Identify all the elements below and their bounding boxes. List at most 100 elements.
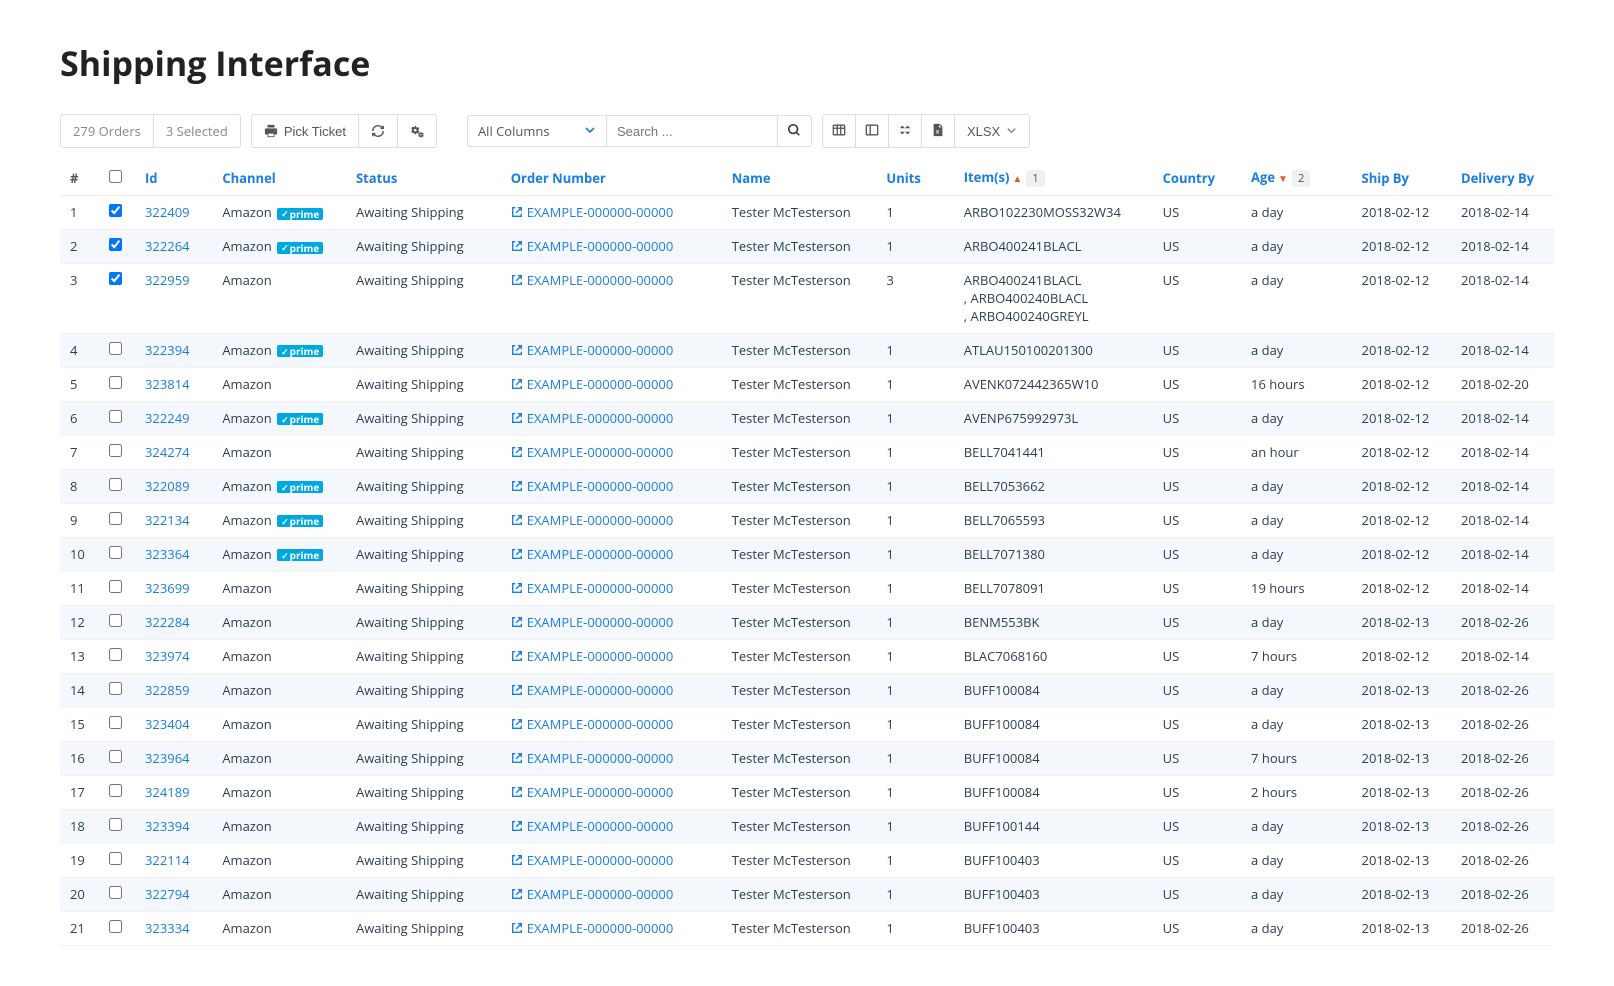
cell-checkbox[interactable] [99,605,135,639]
row-checkbox[interactable] [109,444,122,457]
cell-checkbox[interactable] [99,877,135,911]
order-external-link[interactable]: EXAMPLE-000000-00000 [511,271,674,289]
order-external-link[interactable]: EXAMPLE-000000-00000 [511,409,674,427]
export-format-select[interactable]: XLSX [954,115,1029,147]
col-id[interactable]: Id [135,160,212,196]
order-external-link[interactable]: EXAMPLE-000000-00000 [511,647,674,665]
cell-order[interactable]: EXAMPLE-000000-00000 [501,469,722,503]
order-external-link[interactable]: EXAMPLE-000000-00000 [511,443,674,461]
cell-checkbox[interactable] [99,809,135,843]
col-items[interactable]: Item(s)▲1 [954,160,1153,196]
cell-id[interactable]: 322249 [135,401,212,435]
cell-order[interactable]: EXAMPLE-000000-00000 [501,264,722,334]
order-external-link[interactable]: EXAMPLE-000000-00000 [511,885,674,903]
refresh-button[interactable] [358,115,397,147]
col-channel[interactable]: Channel [212,160,346,196]
cell-checkbox[interactable] [99,673,135,707]
row-checkbox[interactable] [109,238,122,251]
cell-checkbox[interactable] [99,537,135,571]
order-external-link[interactable]: EXAMPLE-000000-00000 [511,919,674,937]
cell-id[interactable]: 323814 [135,367,212,401]
cell-order[interactable]: EXAMPLE-000000-00000 [501,673,722,707]
cell-order[interactable]: EXAMPLE-000000-00000 [501,571,722,605]
row-checkbox[interactable] [109,750,122,763]
col-age[interactable]: Age▼2 [1241,160,1352,196]
col-country[interactable]: Country [1153,160,1241,196]
row-checkbox[interactable] [109,920,122,933]
col-order-number[interactable]: Order Number [501,160,722,196]
cell-order[interactable]: EXAMPLE-000000-00000 [501,707,722,741]
cell-order[interactable]: EXAMPLE-000000-00000 [501,537,722,571]
cell-checkbox[interactable] [99,264,135,334]
row-checkbox[interactable] [109,272,122,285]
cell-id[interactable]: 322959 [135,264,212,334]
cell-checkbox[interactable] [99,230,135,264]
grid-view-button[interactable] [823,115,855,147]
cell-checkbox[interactable] [99,911,135,945]
cell-checkbox[interactable] [99,775,135,809]
cell-id[interactable]: 323394 [135,809,212,843]
cell-order[interactable]: EXAMPLE-000000-00000 [501,741,722,775]
row-checkbox[interactable] [109,580,122,593]
cell-order[interactable]: EXAMPLE-000000-00000 [501,911,722,945]
cell-order[interactable]: EXAMPLE-000000-00000 [501,877,722,911]
cell-checkbox[interactable] [99,435,135,469]
cell-order[interactable]: EXAMPLE-000000-00000 [501,775,722,809]
cell-checkbox[interactable] [99,401,135,435]
row-checkbox[interactable] [109,342,122,355]
order-external-link[interactable]: EXAMPLE-000000-00000 [511,749,674,767]
cell-checkbox[interactable] [99,503,135,537]
cell-order[interactable]: EXAMPLE-000000-00000 [501,809,722,843]
row-checkbox[interactable] [109,852,122,865]
search-button[interactable] [777,116,811,146]
cell-checkbox[interactable] [99,741,135,775]
row-checkbox[interactable] [109,614,122,627]
row-checkbox[interactable] [109,818,122,831]
row-checkbox[interactable] [109,886,122,899]
order-external-link[interactable]: EXAMPLE-000000-00000 [511,237,674,255]
cell-checkbox[interactable] [99,843,135,877]
order-external-link[interactable]: EXAMPLE-000000-00000 [511,715,674,733]
order-external-link[interactable]: EXAMPLE-000000-00000 [511,613,674,631]
cell-checkbox[interactable] [99,639,135,673]
cell-id[interactable]: 323964 [135,741,212,775]
column-view-button[interactable] [855,115,888,147]
cell-id[interactable]: 324274 [135,435,212,469]
cell-order[interactable]: EXAMPLE-000000-00000 [501,503,722,537]
col-status[interactable]: Status [346,160,501,196]
cell-id[interactable]: 322859 [135,673,212,707]
cell-id[interactable]: 322134 [135,503,212,537]
cell-checkbox[interactable] [99,333,135,367]
row-checkbox[interactable] [109,204,122,217]
cell-id[interactable]: 322409 [135,196,212,230]
cell-order[interactable]: EXAMPLE-000000-00000 [501,639,722,673]
order-external-link[interactable]: EXAMPLE-000000-00000 [511,341,674,359]
cell-order[interactable]: EXAMPLE-000000-00000 [501,605,722,639]
order-external-link[interactable]: EXAMPLE-000000-00000 [511,511,674,529]
col-units[interactable]: Units [876,160,953,196]
cell-id[interactable]: 322394 [135,333,212,367]
select-all-checkbox[interactable] [109,170,122,183]
row-checkbox[interactable] [109,784,122,797]
pick-ticket-button[interactable]: Pick Ticket [252,115,358,147]
cell-order[interactable]: EXAMPLE-000000-00000 [501,435,722,469]
cell-order[interactable]: EXAMPLE-000000-00000 [501,401,722,435]
order-external-link[interactable]: EXAMPLE-000000-00000 [511,579,674,597]
cell-id[interactable]: 323974 [135,639,212,673]
cell-id[interactable]: 322794 [135,877,212,911]
cell-id[interactable]: 323404 [135,707,212,741]
row-checkbox[interactable] [109,410,122,423]
cell-order[interactable]: EXAMPLE-000000-00000 [501,367,722,401]
cell-id[interactable]: 323364 [135,537,212,571]
cell-id[interactable]: 322284 [135,605,212,639]
col-delby[interactable]: Delivery By [1451,160,1554,196]
cell-id[interactable]: 323699 [135,571,212,605]
row-checkbox[interactable] [109,648,122,661]
search-input[interactable] [607,118,777,145]
col-checkbox[interactable] [99,160,135,196]
cell-id[interactable]: 323334 [135,911,212,945]
order-external-link[interactable]: EXAMPLE-000000-00000 [511,817,674,835]
order-external-link[interactable]: EXAMPLE-000000-00000 [511,203,674,221]
cell-order[interactable]: EXAMPLE-000000-00000 [501,196,722,230]
sort-button[interactable] [888,115,921,147]
